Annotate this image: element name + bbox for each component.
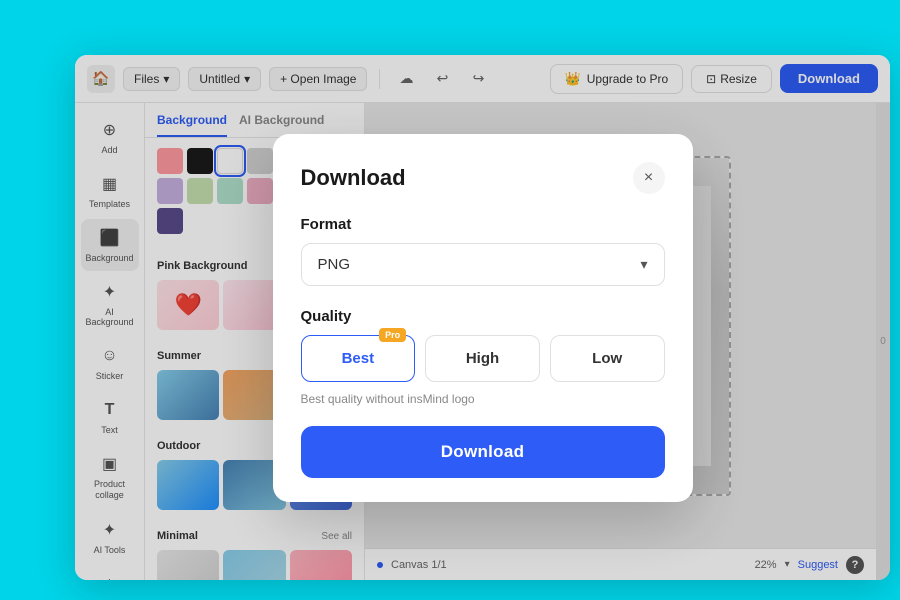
quality-option-low[interactable]: Low (550, 335, 665, 382)
quality-options: Pro Best High Low (301, 335, 665, 382)
quality-option-high[interactable]: High (425, 335, 540, 382)
format-value: PNG (318, 256, 351, 273)
quality-best-label: Best (342, 350, 375, 367)
quality-low-label: Low (592, 350, 622, 367)
pro-badge: Pro (379, 328, 406, 342)
modal-overlay: Download × Format PNG ▾ Quality Pro Best… (75, 55, 890, 580)
quality-label: Quality (301, 308, 665, 325)
modal-title: Download (301, 165, 406, 191)
download-action-button[interactable]: Download (301, 426, 665, 478)
modal-close-button[interactable]: × (633, 162, 665, 194)
app-window: 🏠 Files ▾ Untitled ▾ + Open Image ☁ ↩ ↪ … (75, 55, 890, 580)
quality-hint: Best quality without insMind logo (301, 392, 665, 406)
format-label: Format (301, 216, 665, 233)
quality-high-label: High (466, 350, 499, 367)
download-modal: Download × Format PNG ▾ Quality Pro Best… (273, 134, 693, 502)
format-select[interactable]: PNG ▾ (301, 243, 665, 286)
chevron-down-icon: ▾ (640, 256, 647, 273)
quality-option-best[interactable]: Pro Best (301, 335, 416, 382)
modal-header: Download × (301, 162, 665, 194)
